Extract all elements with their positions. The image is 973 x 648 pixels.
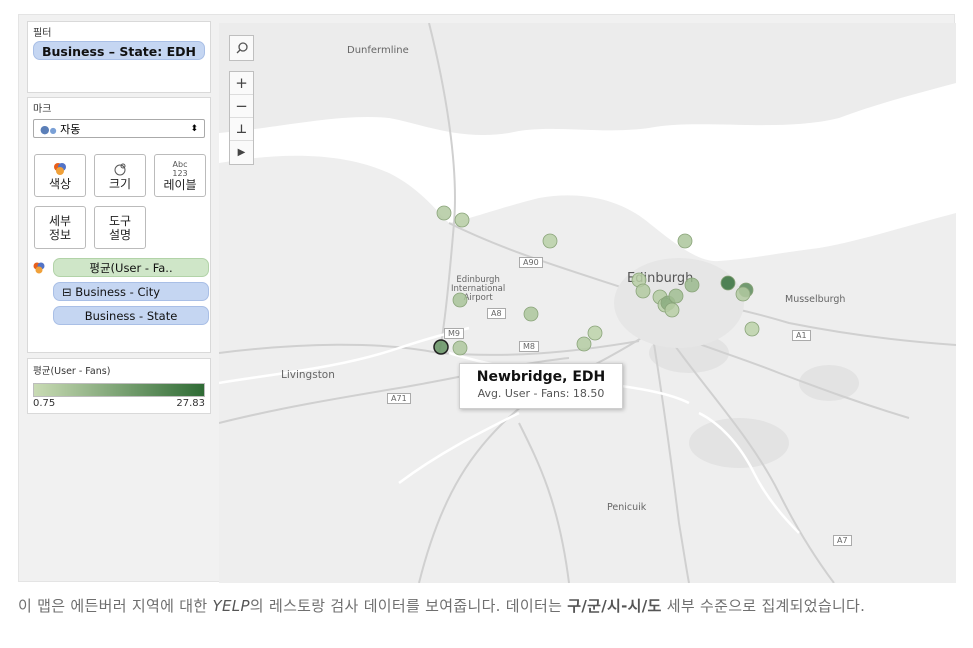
map-point[interactable] [452,292,468,308]
caption-bold: 구/군/시-시/도 [567,597,662,615]
caption: 이 맵은 에든버러 지역에 대한 YELP의 레스토랑 검사 데이터를 보여줍니… [18,595,955,617]
filter-pill-state[interactable]: Business – State: EDH [33,41,205,60]
field-row-state: Business - State [53,306,209,325]
color-legend: 평균(User - Fans) 0.75 27.83 [27,358,211,414]
detail-button[interactable]: 세부 정보 [34,206,86,249]
legend-max: 27.83 [176,398,205,409]
size-button-label: 크기 [108,176,132,191]
legend-labels: 0.75 27.83 [28,397,210,410]
updown-arrows-icon: ⬍ [190,123,198,134]
search-button[interactable] [230,36,253,60]
tooltip-line: Avg. User - Fans: 18.50 [477,387,605,400]
caption-yelp: YELP [212,597,250,615]
map-point-newbridge[interactable] [433,339,449,355]
points-layer [433,205,760,356]
filters-title: 필터 [33,28,52,39]
play-icon: ▶ [237,147,246,158]
expand-button[interactable]: ▶ [230,141,253,164]
tooltip-title: Newbridge, EDH [476,369,606,385]
color-field-icon [33,262,45,273]
size-icon [114,163,126,175]
tooltip-button[interactable]: 도구 설명 [94,206,146,249]
search-control [229,35,254,61]
map-tooltip: Newbridge, EDH Avg. User - Fans: 18.50 [459,363,623,409]
map-point[interactable] [635,283,651,299]
tooltip-button-label: 도구 설명 [108,213,132,242]
detail-button-label: 세부 정보 [48,213,72,242]
map-point[interactable] [436,205,452,221]
label-icon: Abc 123 [172,159,188,178]
filters-panel: 필터 Business – State: EDH [27,21,211,93]
field-pill-city-label: Business - City [75,285,161,299]
zoom-out-button[interactable]: − [230,95,253,118]
color-button-label: 색상 [48,176,72,191]
mark-type-select[interactable]: ●● 자동 ⬍ [33,119,205,138]
pin-icon: ⊥ [236,122,247,136]
mark-type-label: ●● 자동 [40,121,80,137]
marks-panel: 마크 ●● 자동 ⬍ 색상 크기 Abc 123 레이블 세부 정보 도구 설명… [27,97,211,353]
map-point[interactable] [664,302,680,318]
label-button[interactable]: Abc 123 레이블 [154,154,206,197]
map-point[interactable] [735,286,751,302]
field-pill-city[interactable]: ⊟ Business - City [53,282,209,301]
map-point[interactable] [452,340,468,356]
zoom-controls: + − ⊥ ▶ [229,71,254,165]
legend-title: 평균(User - Fans) [33,366,111,377]
field-row-city: ⊟ Business - City [53,282,209,301]
caption-part-2: 의 레스토랑 검사 데이터를 보여줍니다. 데이터는 [249,597,568,615]
field-pill-avg-fans[interactable]: 평균(User - Fa.. [53,258,209,277]
auto-mark-icon-2: ● [49,125,57,135]
auto-mark-icon: ● [40,122,50,136]
plus-icon: + [235,74,248,92]
legend-min: 0.75 [33,398,56,409]
pin-button[interactable]: ⊥ [230,118,253,141]
caption-part-1: 이 맵은 에든버러 지역에 대한 [18,597,213,615]
viz-frame: 필터 Business – State: EDH 마크 ●● 자동 ⬍ 색상 크… [18,14,956,583]
map-point[interactable] [720,275,736,291]
mark-type-value: 자동 [60,122,81,136]
collapse-icon[interactable]: ⊟ [62,285,72,299]
map-point[interactable] [454,212,470,228]
field-pill-state[interactable]: Business - State [53,306,209,325]
map-point[interactable] [542,233,558,249]
minus-icon: − [235,97,248,115]
size-button[interactable]: 크기 [94,154,146,197]
map-point[interactable] [523,306,539,322]
map-area[interactable]: Dunfermline Edinburgh Edinburgh Internat… [219,23,956,583]
color-button[interactable]: 색상 [34,154,86,197]
color-icon [54,162,66,175]
map-point[interactable] [684,277,700,293]
label-button-label: 레이블 [163,177,197,192]
marks-title: 마크 [33,104,52,115]
field-row-color: 평균(User - Fa.. [31,258,209,277]
search-icon [236,42,248,54]
map-point[interactable] [744,321,760,337]
map-point[interactable] [587,325,603,341]
legend-gradient [33,383,205,397]
zoom-in-button[interactable]: + [230,72,253,95]
caption-part-3: 세부 수준으로 집계되었습니다. [661,597,866,615]
map-point[interactable] [677,233,693,249]
map-point[interactable] [576,336,592,352]
map-point[interactable] [668,288,684,304]
